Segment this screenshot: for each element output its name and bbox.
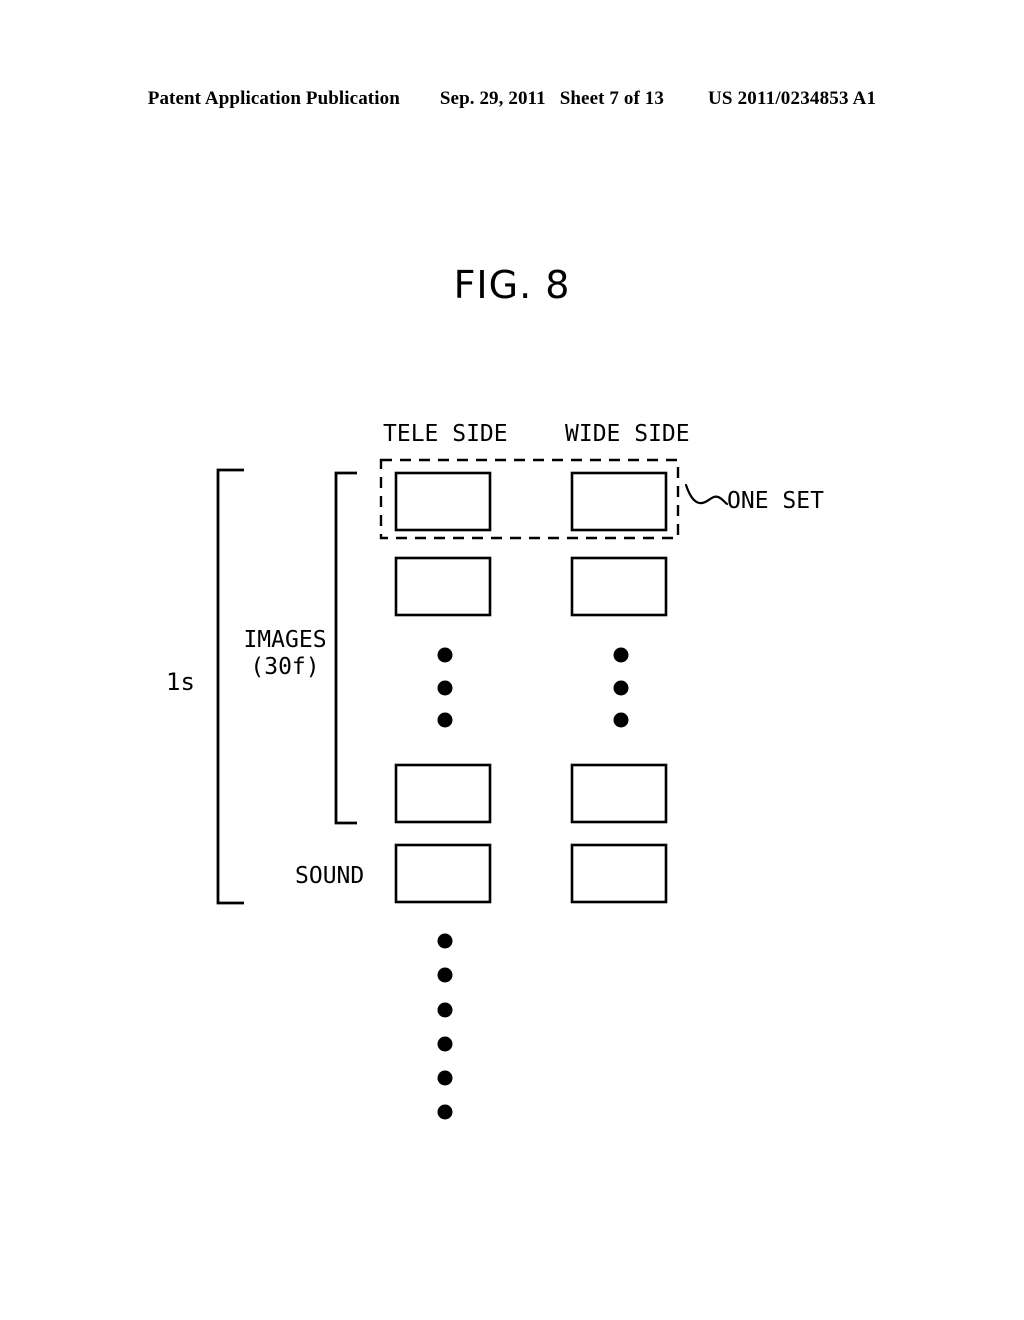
duration-label: 1s [166,668,195,696]
images-label: IMAGES [243,627,327,653]
tele-frame-last [394,763,492,824]
one-set-label: ONE SET [727,488,824,514]
tele-ellipsis-dots [437,647,453,728]
duration-bracket [216,468,244,905]
wide-ellipsis-dots [613,647,629,728]
images-frame-count-label: (30f) [250,654,320,680]
column-header-wide-side: WIDE SIDE [565,421,690,447]
column-header-tele-side: TELE SIDE [383,421,508,447]
wide-frame-last [570,763,668,824]
images-label-group: IMAGES (30f) [238,627,332,681]
wide-frame-2 [570,556,668,617]
tele-frame-2 [394,556,492,617]
one-set-leader-line [684,483,729,506]
images-bracket [334,471,357,825]
sound-label: SOUND [295,863,365,889]
tele-frame-sound [394,843,492,904]
wide-frame-sound [570,843,668,904]
bottom-ellipsis-dots [437,933,453,1120]
wide-frame-1 [570,471,668,532]
tele-frame-1 [394,471,492,532]
figure-diagram [0,0,1024,1320]
